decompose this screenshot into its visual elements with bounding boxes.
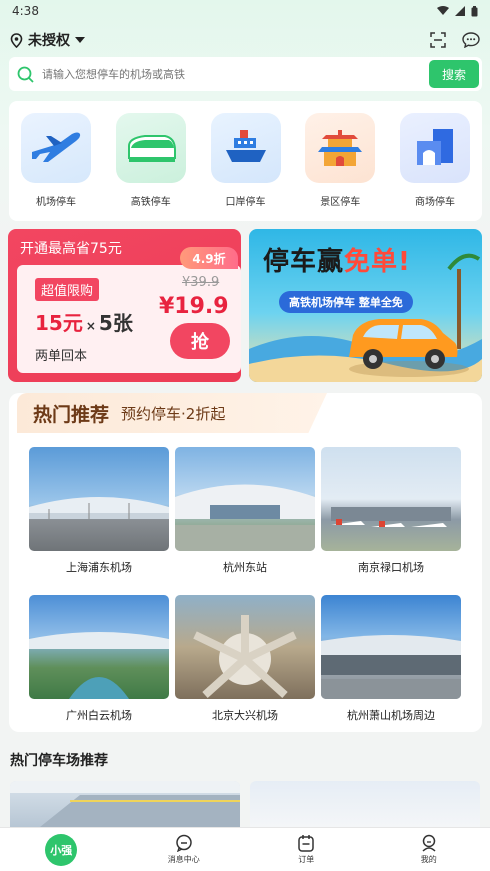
promo-deal: 15元 × 5张 <box>35 307 133 336</box>
destination-card[interactable]: 南京禄口机场 <box>321 447 461 575</box>
airplane-icon <box>21 113 91 183</box>
status-time: 4:38 <box>12 4 39 18</box>
destination-card[interactable]: 杭州东站 <box>175 447 315 575</box>
destination-name: 北京大兴机场 <box>212 709 278 722</box>
category-label: 商场停车 <box>415 197 455 208</box>
destination-image <box>321 447 461 551</box>
deal-count: 5张 <box>98 311 133 335</box>
train-icon <box>115 113 186 183</box>
destination-card[interactable]: 上海浦东机场 <box>29 447 169 575</box>
signal-icon <box>455 6 465 16</box>
hot-subtitle: 预约停车·2折起 <box>121 404 226 423</box>
banner-title-part2: 免单! <box>344 247 411 277</box>
destination-name: 广州白云机场 <box>66 709 132 722</box>
destination-name: 上海浦东机场 <box>66 561 132 574</box>
wifi-icon <box>437 6 449 15</box>
header: 未授权 <box>10 28 480 52</box>
old-price: ¥39.9 <box>182 275 220 290</box>
destination-name: 杭州东站 <box>223 561 267 574</box>
destination-card[interactable]: 杭州萧山机场周边 <box>321 595 461 723</box>
scan-icon[interactable] <box>430 32 446 48</box>
chat-icon[interactable] <box>462 32 480 48</box>
message-icon <box>176 834 192 852</box>
free-parking-banner[interactable]: 停车赢免单! 高铁机场停车 整单全免 <box>249 229 482 382</box>
category-scenic[interactable]: 景区停车 <box>302 113 378 221</box>
hot-title: 热门推荐 <box>33 403 110 426</box>
profile-icon <box>422 834 436 852</box>
banner-subtitle: 高铁机场停车 整单全免 <box>279 291 413 313</box>
nav-home-badge: 小强 <box>45 833 78 866</box>
promo-inner-panel: 超值限购 15元 × 5张 两单回本 ¥39.9 ¥19.9 抢 <box>17 265 241 373</box>
parking-lot-card[interactable] <box>10 781 240 827</box>
bottom-nav: 小强 消息中心 订单 我的 <box>0 827 490 871</box>
ship-icon <box>210 113 281 183</box>
nav-orders-label: 订单 <box>298 855 315 864</box>
destination-grid: 上海浦东机场 杭州东站 南京禄口机场 广州白云机场 北京大兴机场 杭州萧山机场周… <box>29 447 461 723</box>
category-label: 景区停车 <box>320 197 361 208</box>
category-label: 口岸停车 <box>225 197 266 208</box>
category-mall[interactable]: 商场停车 <box>397 113 473 221</box>
search-button[interactable]: 搜索 <box>429 60 479 88</box>
destination-name: 南京禄口机场 <box>358 561 424 574</box>
mall-icon <box>400 113 470 183</box>
membership-promo-card[interactable]: 开通最高省75元 超值限购 15元 × 5张 两单回本 ¥39.9 ¥19.9 … <box>8 229 241 382</box>
hot-recommend-section: 热门推荐 预约停车·2折起 上海浦东机场 杭州东站 南京禄口机场 广州白云机场 … <box>9 393 482 732</box>
header-actions <box>430 32 480 48</box>
hot-header: 热门推荐 预约停车·2折起 <box>17 393 327 433</box>
banner-title: 停车赢免单! <box>263 241 411 278</box>
deal-times: × <box>85 319 96 333</box>
search-input[interactable] <box>42 67 429 81</box>
nav-orders[interactable]: 订单 <box>266 834 346 865</box>
destination-card[interactable]: 北京大兴机场 <box>175 595 315 723</box>
promo-tag: 超值限购 <box>35 278 100 301</box>
deal-amount: 15元 <box>35 311 83 335</box>
promo-title: 开通最高省75元 <box>20 241 122 257</box>
search-icon <box>17 66 34 83</box>
parking-section-title: 热门停车场推荐 <box>10 753 108 769</box>
destination-card[interactable]: 广州白云机场 <box>29 595 169 723</box>
banner-title-part1: 停车赢 <box>263 247 345 277</box>
status-icons <box>437 5 478 17</box>
category-airport[interactable]: 机场停车 <box>18 113 94 221</box>
grab-button[interactable]: 抢 <box>170 323 230 359</box>
nav-messages-label: 消息中心 <box>167 855 200 864</box>
destination-image <box>175 447 315 551</box>
category-card: 机场停车 高铁停车 口岸停车 景区停车 商场停车 <box>9 101 482 221</box>
pavilion-icon <box>305 113 376 183</box>
nav-home[interactable]: 小强 <box>21 833 101 866</box>
order-icon <box>298 835 314 852</box>
destination-image <box>321 595 461 699</box>
nav-mine-label: 我的 <box>420 855 437 864</box>
location-pin-icon <box>10 32 23 48</box>
parking-lot-card[interactable] <box>250 781 480 827</box>
category-port[interactable]: 口岸停车 <box>208 113 284 221</box>
category-label: 机场停车 <box>36 197 76 208</box>
location-selector[interactable]: 未授权 <box>10 30 85 50</box>
caret-down-icon <box>75 36 85 43</box>
destination-image <box>29 447 169 551</box>
nav-mine[interactable]: 我的 <box>389 834 469 865</box>
destination-image <box>29 595 169 699</box>
discount-badge: 4.9折 <box>180 247 238 269</box>
promo-note: 两单回本 <box>35 349 88 364</box>
new-price: ¥19.9 <box>159 294 229 319</box>
category-train[interactable]: 高铁停车 <box>113 113 189 221</box>
parking-lot-image <box>10 781 240 827</box>
battery-icon <box>471 5 478 16</box>
nav-messages[interactable]: 消息中心 <box>144 834 224 865</box>
location-label: 未授权 <box>28 33 70 49</box>
status-bar: 4:38 <box>0 0 490 22</box>
destination-image <box>175 595 315 699</box>
destination-name: 杭州萧山机场周边 <box>347 709 435 722</box>
search-bar: 搜索 <box>9 57 482 91</box>
category-label: 高铁停车 <box>130 197 171 208</box>
